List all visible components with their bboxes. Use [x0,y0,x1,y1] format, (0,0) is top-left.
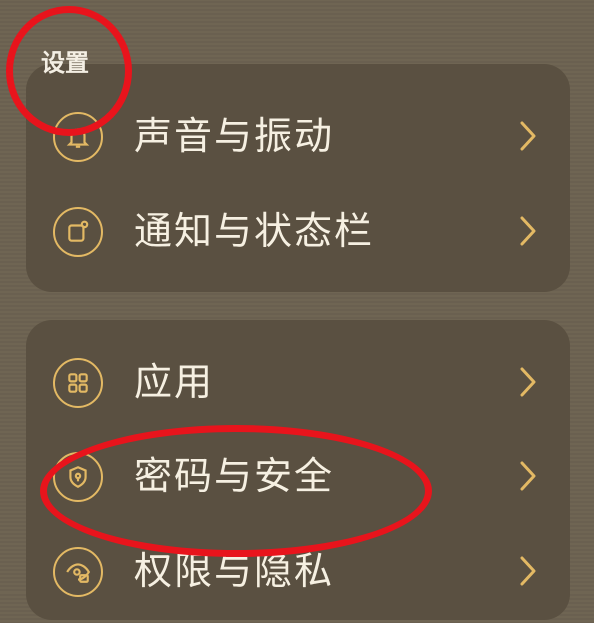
chevron-right-icon [518,214,538,248]
bell-icon [53,112,103,162]
settings-item-apps[interactable]: 应用 [26,338,570,434]
settings-item-label: 应用 [134,360,215,404]
chevron-right-icon [518,119,538,153]
settings-item-sound-vibration[interactable]: 声音与振动 [26,92,570,188]
chevron-right-icon [518,554,538,588]
settings-item-notifications-statusbar[interactable]: 通知与状态栏 [26,187,570,283]
apps-grid-icon [53,358,103,408]
top-bar: 设置 [0,0,594,100]
chevron-right-icon [518,459,538,493]
settings-item-label: 声音与振动 [134,114,335,158]
eye-lock-icon [53,547,103,597]
settings-group-apps-security: 应用 密码与安全 权限与隐私 [26,320,570,620]
settings-item-label: 权限与隐私 [134,549,335,593]
settings-item-label: 通知与状态栏 [134,209,375,253]
settings-item-label: 密码与安全 [134,454,335,498]
shield-key-icon [53,452,103,502]
page-title: 设置 [41,49,89,77]
settings-item-permissions-privacy[interactable]: 权限与隐私 [26,527,570,623]
notification-icon [53,207,103,257]
settings-item-password-security[interactable]: 密码与安全 [26,432,570,528]
chevron-right-icon [518,365,538,399]
